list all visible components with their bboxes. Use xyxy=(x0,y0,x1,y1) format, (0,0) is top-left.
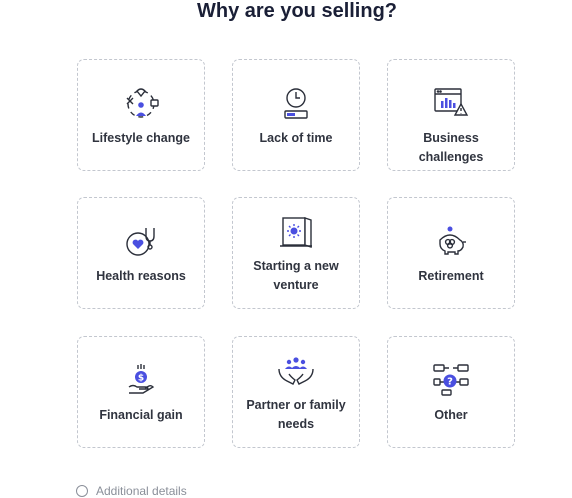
question-icon: ? xyxy=(388,363,514,397)
money-hand-icon: $ xyxy=(78,363,204,397)
additional-details-link[interactable]: Additional details xyxy=(76,484,187,498)
open-door-icon xyxy=(233,216,359,248)
reason-label: Financial gain xyxy=(99,408,183,422)
reason-label: Business challenges xyxy=(418,131,484,164)
reason-card-financial-gain[interactable]: $ Financial gain xyxy=(77,336,205,448)
svg-text:?: ? xyxy=(447,377,453,388)
plus-circle-icon xyxy=(76,485,88,497)
lifestyle-icon xyxy=(78,86,204,122)
stethoscope-heart-icon xyxy=(78,226,204,258)
reason-card-other[interactable]: ? Other xyxy=(387,336,515,448)
reason-label: Lifestyle change xyxy=(92,131,190,145)
family-hands-icon xyxy=(233,355,359,387)
svg-text:$: $ xyxy=(138,374,144,384)
reason-label: Other xyxy=(434,408,468,422)
clock-icon xyxy=(233,86,359,120)
reason-card-new-venture[interactable]: Starting a new venture xyxy=(232,197,360,309)
reason-label: Starting a new venture xyxy=(253,259,339,292)
additional-details-label: Additional details xyxy=(96,484,187,498)
page-title: Why are you selling? xyxy=(196,0,398,22)
reason-card-retirement[interactable]: Retirement xyxy=(387,197,515,309)
chart-warning-icon xyxy=(388,86,514,118)
reason-label: Health reasons xyxy=(96,269,186,283)
reason-label: Lack of time xyxy=(259,131,333,145)
reason-label: Partner or family needs xyxy=(246,398,346,431)
reason-card-health-reasons[interactable]: Health reasons xyxy=(77,197,205,309)
reason-card-business-challenges[interactable]: Business challenges xyxy=(387,59,515,171)
reason-card-lack-of-time[interactable]: Lack of time xyxy=(232,59,360,171)
reason-card-partner-family[interactable]: Partner or family needs xyxy=(232,336,360,448)
reason-label: Retirement xyxy=(418,269,484,283)
reason-card-lifestyle-change[interactable]: Lifestyle change xyxy=(77,59,205,171)
piggy-bank-icon xyxy=(388,226,514,258)
